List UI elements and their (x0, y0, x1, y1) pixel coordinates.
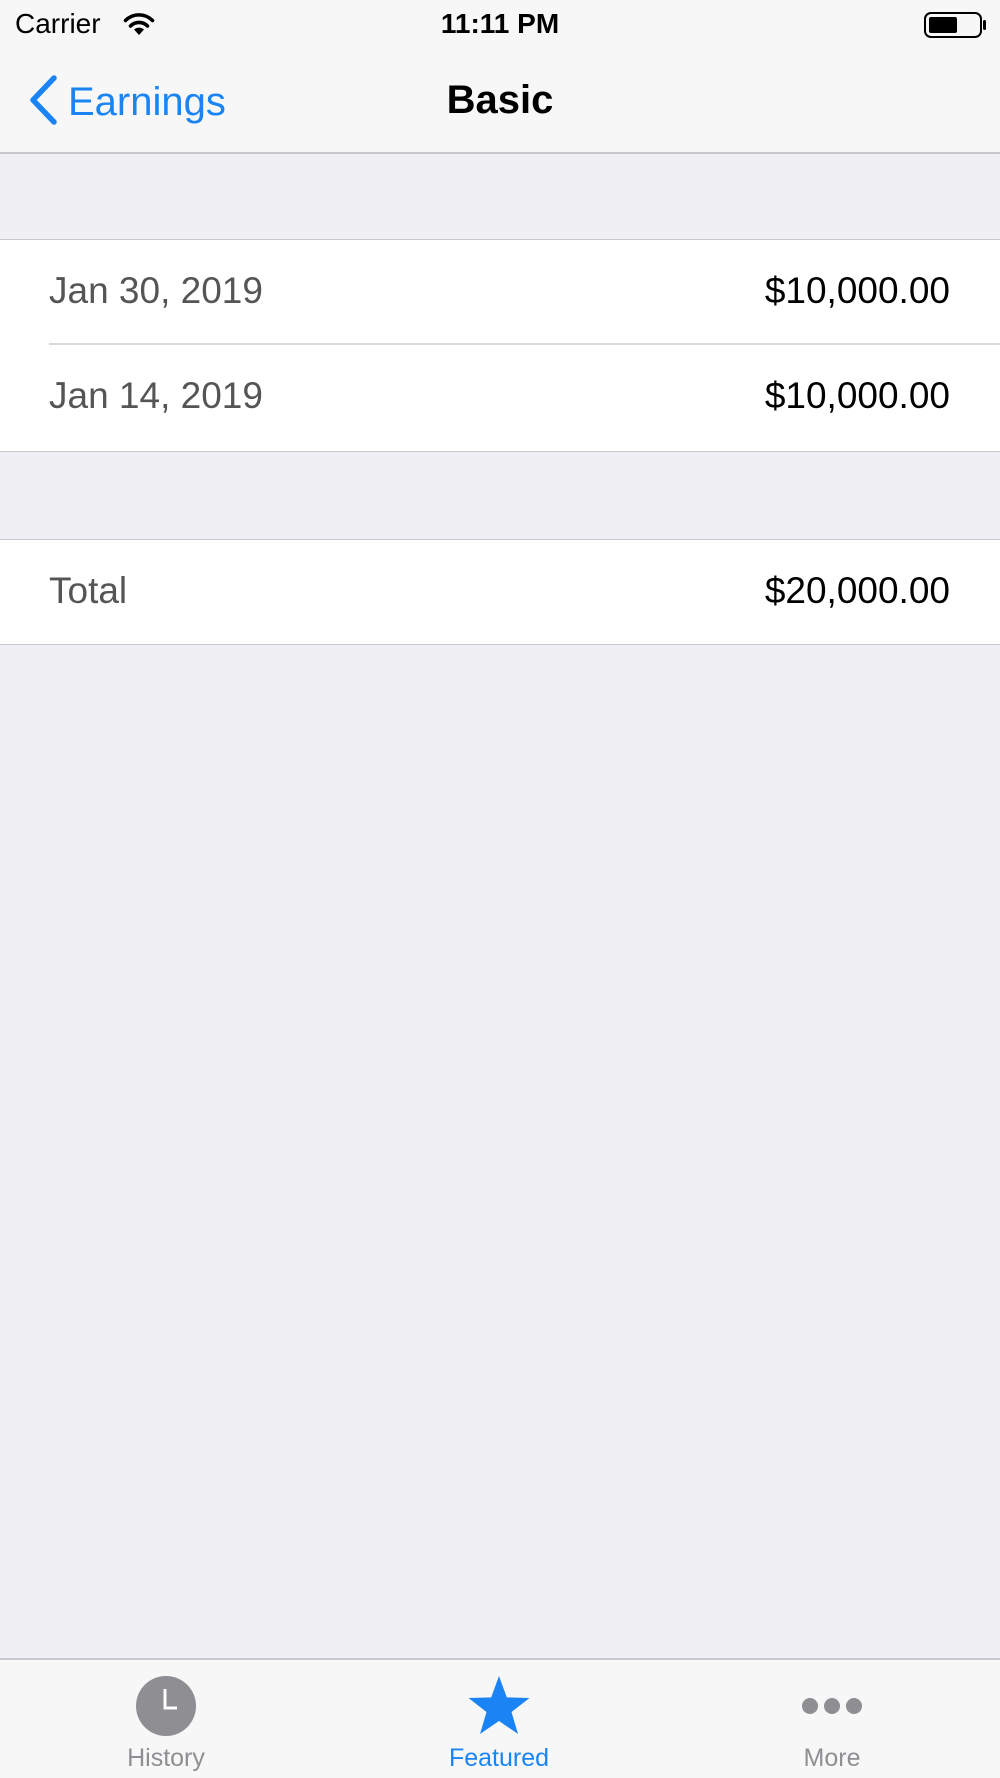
more-icon (732, 1674, 932, 1738)
clock-icon (66, 1674, 266, 1738)
battery-icon (924, 12, 988, 43)
tab-featured[interactable]: Featured (399, 1660, 599, 1778)
status-time: 11:11 PM (440, 8, 560, 39)
earnings-list: Jan 30, 2019 $10,000.00 Jan 14, 2019 $10… (0, 239, 1000, 452)
list-item[interactable]: Jan 14, 2019 $10,000.00 (0, 345, 1000, 450)
list-item[interactable]: Jan 30, 2019 $10,000.00 (0, 240, 1000, 345)
tab-label: Featured (448, 1744, 550, 1772)
status-bar: Carrier 11:11 PM (0, 0, 1000, 50)
entry-date: Jan 30, 2019 (49, 270, 263, 311)
tab-label: More (803, 1744, 861, 1772)
entry-amount: $10,000.00 (764, 270, 950, 311)
total-label: Total (49, 570, 128, 611)
total-amount: $20,000.00 (764, 570, 950, 611)
entry-date: Jan 14, 2019 (49, 375, 263, 416)
tab-label: History (127, 1744, 205, 1772)
total-section: Total $20,000.00 (0, 539, 1000, 645)
page-title: Basic (446, 78, 554, 122)
entry-amount: $10,000.00 (764, 375, 950, 416)
star-icon (399, 1674, 599, 1738)
navigation-bar: Earnings Basic (0, 50, 1000, 154)
tab-bar: History Featured More (0, 1658, 1000, 1778)
tab-history[interactable]: History (66, 1660, 266, 1778)
tab-more[interactable]: More (732, 1660, 932, 1778)
total-row: Total $20,000.00 (0, 540, 1000, 645)
